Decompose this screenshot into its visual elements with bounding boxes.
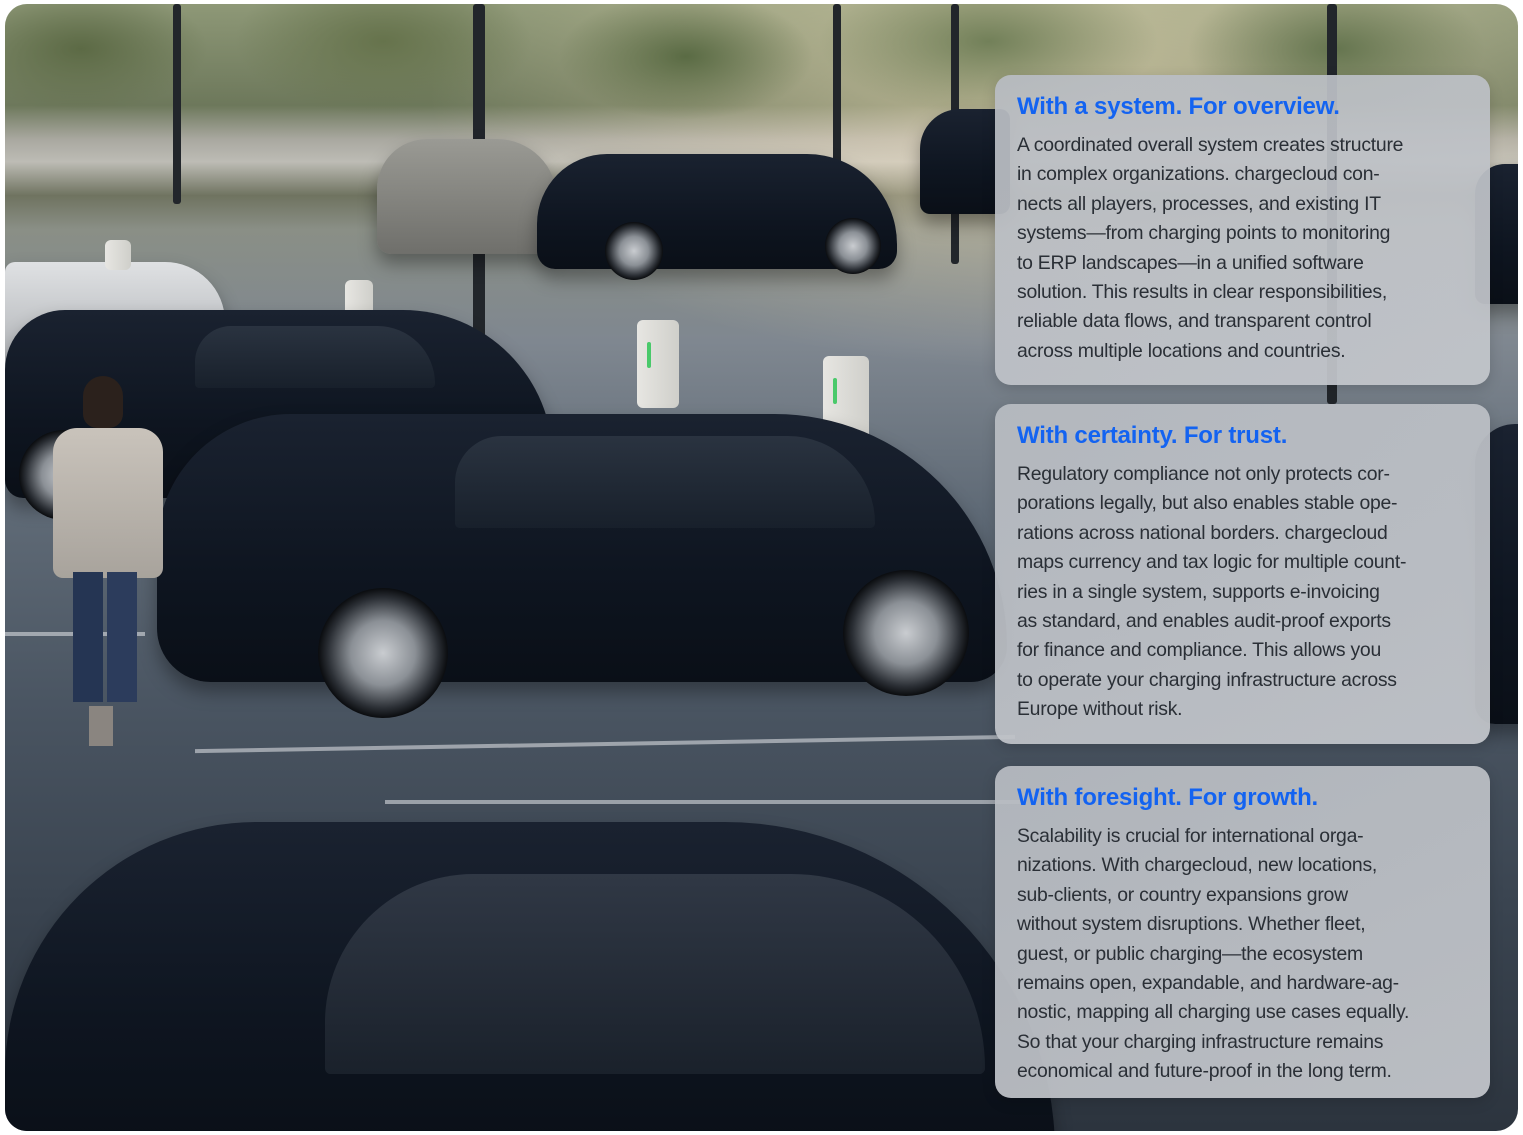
charging-station [105,240,131,270]
silver-car-distant [377,139,557,254]
wheel [843,570,969,696]
card-body: Regulatory compliance not only protects … [1017,463,1407,721]
card-heading: With a system. For overview. [1017,93,1340,120]
card-body: Scalability is crucial for international… [1017,825,1410,1083]
parking-line [195,734,1015,754]
card-heading: With certainty. For trust. [1017,422,1288,449]
parking-line [385,800,1025,804]
card-heading: With foresight. For growth. [1017,784,1319,811]
wheel [605,222,663,280]
feature-card-overview: With a system. For overview. A coordinat… [995,75,1490,385]
lamp-pole [173,4,181,204]
wheel [318,588,448,718]
card-body: A coordinated overall system creates str… [1017,134,1404,362]
car-window [325,874,985,1074]
feature-card-growth: With foresight. For growth. Scalability … [995,766,1490,1098]
wheel [825,218,881,274]
car-window [455,436,875,528]
walking-woman [45,376,165,746]
car-window [195,326,435,388]
charging-station [637,320,679,408]
feature-card-trust: With certainty. For trust. Regulatory co… [995,404,1490,744]
